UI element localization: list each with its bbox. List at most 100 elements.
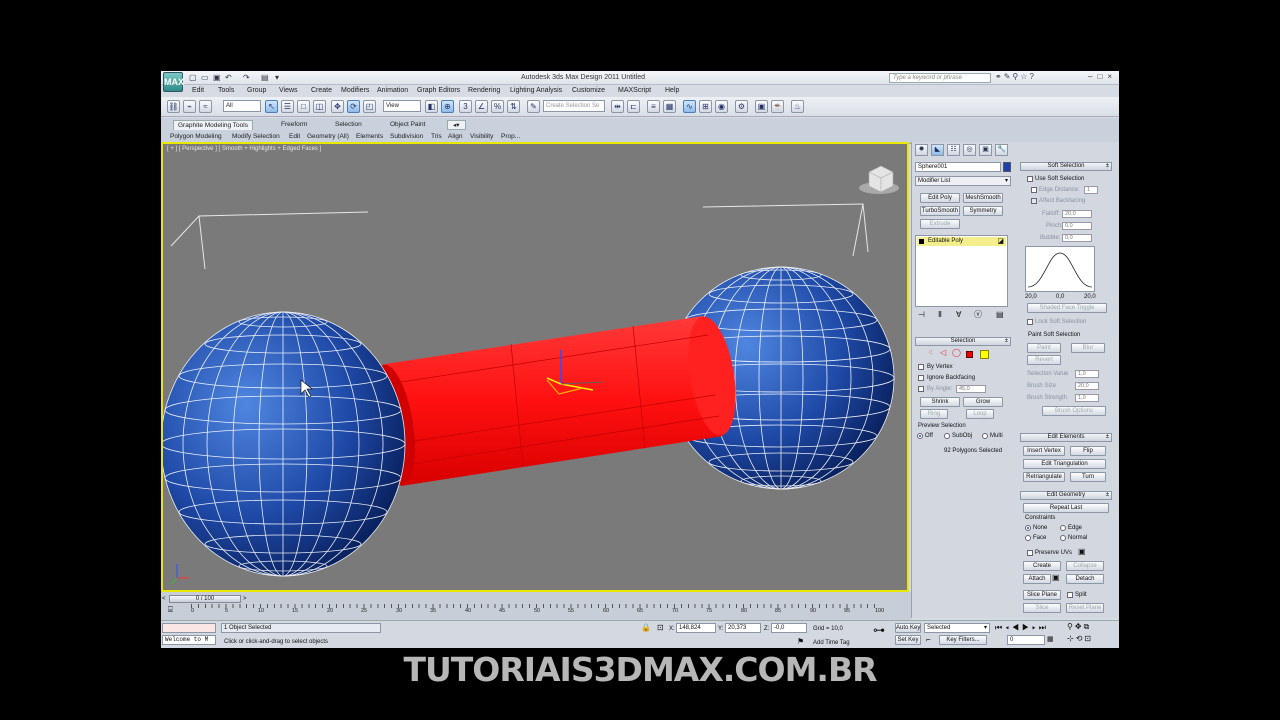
- open-file-icon[interactable]: ▭: [201, 73, 209, 82]
- menu-modifiers[interactable]: Modifiers: [341, 87, 369, 94]
- tab-object-paint[interactable]: Object Paint: [386, 120, 429, 130]
- ribbon-elements[interactable]: Elements: [356, 132, 383, 142]
- soft-selection-rollout-header[interactable]: Soft Selection ±: [1020, 162, 1112, 171]
- preview-subobj-radio[interactable]: [944, 433, 950, 439]
- rendered-frame-icon[interactable]: ▣: [755, 100, 768, 113]
- split-checkbox[interactable]: [1067, 592, 1073, 598]
- sphere-left[interactable]: [163, 311, 406, 577]
- motion-tab-icon[interactable]: ◎: [963, 144, 976, 156]
- ribbon-polygon-modeling[interactable]: Polygon Modeling: [170, 132, 222, 142]
- edit-elements-rollout-header[interactable]: Edit Elements ±: [1020, 433, 1112, 442]
- edit-geometry-rollout-header[interactable]: Edit Geometry ±: [1020, 491, 1112, 500]
- key-set-dropdown[interactable]: Selected ▾: [924, 623, 990, 633]
- modify-tab-icon[interactable]: ◣: [931, 144, 944, 156]
- ring-button[interactable]: Ring: [920, 409, 948, 419]
- percent-snap-icon[interactable]: %: [491, 100, 504, 113]
- tab-selection[interactable]: Selection: [331, 120, 366, 130]
- detach-button[interactable]: Detach: [1066, 574, 1104, 584]
- object-name-field[interactable]: Sphere001: [915, 162, 1001, 172]
- show-end-result-icon[interactable]: Ⅱ: [938, 311, 942, 319]
- menu-create[interactable]: Create: [311, 87, 332, 94]
- pin-stack-icon[interactable]: ⊣: [918, 311, 925, 319]
- paint-button[interactable]: Paint: [1027, 343, 1061, 353]
- slice-button[interactable]: Slice: [1023, 603, 1061, 613]
- preview-off-radio[interactable]: [917, 433, 923, 439]
- key-mode-icon[interactable]: ⌐: [926, 636, 931, 644]
- stack-item-editable-poly[interactable]: Editable Poly ◪: [917, 237, 1006, 246]
- angle-snap-icon[interactable]: ∠: [475, 100, 488, 113]
- x-coordinate-field[interactable]: 148,824: [676, 623, 716, 633]
- repeat-last-button[interactable]: Repeat Last: [1023, 503, 1109, 513]
- edge-distance-checkbox[interactable]: [1031, 187, 1037, 193]
- window-crossing-icon[interactable]: ◫: [313, 100, 326, 113]
- preview-multi-radio[interactable]: [982, 433, 988, 439]
- ribbon-geometry-all[interactable]: Geometry (All): [307, 132, 349, 142]
- project-folder-icon[interactable]: ▤: [261, 73, 269, 82]
- set-key-button[interactable]: Set Key: [895, 635, 921, 645]
- key-icon[interactable]: ⊶: [873, 624, 885, 636]
- schematic-view-icon[interactable]: ⊞: [699, 100, 712, 113]
- y-coordinate-field[interactable]: 20,373: [725, 623, 761, 633]
- menu-help[interactable]: Help: [665, 87, 679, 94]
- configure-modifier-sets-icon[interactable]: ▤: [996, 311, 1004, 319]
- grow-button[interactable]: Grow: [963, 397, 1003, 407]
- bind-space-warp-icon[interactable]: ≈: [199, 100, 212, 113]
- menu-customize[interactable]: Customize: [572, 87, 605, 94]
- insert-vertex-button[interactable]: Insert Vertex: [1023, 446, 1065, 456]
- lock-soft-selection-checkbox[interactable]: [1027, 319, 1033, 325]
- retriangulate-button[interactable]: Retriangulate: [1023, 472, 1065, 482]
- selection-value-spinner[interactable]: 1,0: [1075, 370, 1099, 378]
- symmetry-button[interactable]: Symmetry: [963, 206, 1003, 216]
- remove-modifier-icon[interactable]: ⓥ: [974, 311, 982, 319]
- preserve-uvs-settings-icon[interactable]: ▣: [1078, 548, 1086, 556]
- display-tab-icon[interactable]: ▣: [979, 144, 992, 156]
- time-slider[interactable]: 0 / 100: [169, 595, 241, 603]
- edit-named-selection-icon[interactable]: ✎: [527, 100, 540, 113]
- slice-plane-button[interactable]: Slice Plane: [1023, 590, 1061, 600]
- ribbon-properties[interactable]: Prop...: [501, 132, 520, 142]
- viewport-label[interactable]: [ + ] [ Perspective ] [ Smooth + Highlig…: [167, 146, 321, 152]
- window-controls[interactable]: –□×: [1088, 72, 1117, 81]
- mini-curve-editor-icon[interactable]: ⌸: [168, 606, 173, 614]
- absolute-mode-icon[interactable]: ⊡: [657, 624, 664, 632]
- edge-distance-spinner[interactable]: 1: [1084, 186, 1098, 194]
- preserve-uvs-checkbox[interactable]: [1027, 550, 1033, 556]
- bubble-spinner[interactable]: 0,0: [1062, 234, 1092, 242]
- ribbon-align[interactable]: Align: [448, 132, 462, 142]
- material-editor-icon[interactable]: ◉: [715, 100, 728, 113]
- infocenter-icons[interactable]: ⚭✎⚲☆?: [995, 72, 1036, 81]
- flip-button[interactable]: Flip: [1070, 446, 1106, 456]
- graphite-toggle-icon[interactable]: ▦: [663, 100, 676, 113]
- loop-button[interactable]: Loop: [966, 409, 994, 419]
- key-filters-button[interactable]: Key Filters...: [939, 635, 987, 645]
- edge-mode-icon[interactable]: ◁: [940, 349, 946, 357]
- menu-lighting-analysis[interactable]: Lighting Analysis: [510, 87, 562, 94]
- by-angle-checkbox[interactable]: [918, 386, 924, 392]
- selection-lock-icon[interactable]: 🔒: [641, 624, 651, 632]
- reset-plane-button[interactable]: Reset Plane: [1066, 603, 1104, 613]
- pinch-spinner[interactable]: 0,0: [1062, 222, 1092, 230]
- menu-edit[interactable]: Edit: [192, 87, 204, 94]
- border-mode-icon[interactable]: ◯: [952, 349, 961, 357]
- meshsmooth-button[interactable]: MeshSmooth: [963, 193, 1003, 203]
- angle-spinner[interactable]: 45,0: [956, 385, 986, 393]
- save-file-icon[interactable]: ▣: [213, 73, 221, 82]
- blur-button[interactable]: Blur: [1071, 343, 1105, 353]
- render-teapot-icon[interactable]: ♨: [791, 100, 804, 113]
- current-frame-field[interactable]: 0: [1007, 635, 1045, 645]
- polygon-mode-icon[interactable]: [966, 351, 973, 358]
- ignore-backfacing-checkbox[interactable]: [918, 375, 924, 381]
- vertex-mode-icon[interactable]: ⁖: [928, 349, 933, 357]
- application-button[interactable]: MAX: [163, 72, 184, 92]
- by-vertex-checkbox[interactable]: [918, 364, 924, 370]
- constraint-normal-radio[interactable]: [1060, 535, 1066, 541]
- unlink-icon[interactable]: ⌁: [183, 100, 196, 113]
- affect-backfacing-checkbox[interactable]: [1031, 198, 1037, 204]
- new-file-icon[interactable]: ▢: [189, 73, 197, 82]
- add-time-tag-label[interactable]: Add Time Tag: [813, 639, 850, 647]
- ribbon-visibility[interactable]: Visibility: [470, 132, 493, 142]
- select-manipulate-icon[interactable]: ⊕: [441, 100, 454, 113]
- layer-manager-icon[interactable]: ≡: [647, 100, 660, 113]
- selection-rollout-header[interactable]: Selection ±: [915, 337, 1011, 346]
- select-by-name-icon[interactable]: ☰: [281, 100, 294, 113]
